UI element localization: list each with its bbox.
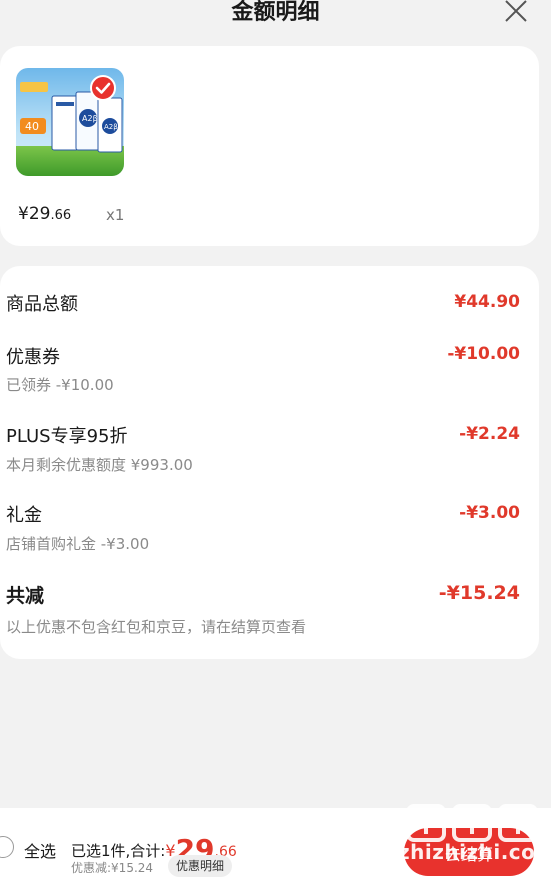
gift-cash-label: 礼金 [6, 505, 42, 526]
coupon-sub: 已领券 -¥10.00 [6, 376, 114, 394]
price-symbol: ¥ [18, 204, 29, 224]
gift-cash-value: -¥3.00 [459, 503, 520, 523]
page-title: 金额明细 [231, 0, 320, 25]
discount-text: 优惠减:¥15.24 [71, 861, 154, 875]
header: 金额明细 [0, 0, 551, 40]
plus-discount-value: -¥2.24 [459, 424, 520, 444]
select-all-radio[interactable] [0, 836, 14, 858]
gift-cash-sub: 店铺首购礼金 -¥3.00 [6, 535, 150, 553]
svg-text:A2β: A2β [82, 114, 98, 123]
product-price: ¥29.66 [18, 204, 71, 224]
total-reduction-label: 共减 [6, 585, 45, 607]
discount-detail-button[interactable]: 优惠明细 [168, 855, 233, 877]
product-quantity: x1 [106, 206, 125, 224]
select-all-label[interactable]: 全选 [24, 838, 56, 862]
svg-text:40: 40 [25, 120, 39, 133]
svg-text:A2β: A2β [104, 123, 118, 131]
coupon-label: 优惠券 [6, 347, 60, 368]
price-integer: 29 [28, 204, 51, 224]
goods-total-value: ¥44.90 [454, 292, 520, 312]
product-card: 40 A2β A2β ¥29.66 x1 [0, 46, 539, 246]
plus-discount-sub: 本月剩余优惠额度 ¥993.00 [6, 456, 193, 474]
plus-discount-label: PLUS专享95折 [6, 426, 128, 447]
close-icon[interactable] [503, 0, 529, 24]
coupon-value: -¥10.00 [447, 344, 520, 364]
amount-detail-card: 商品总额 ¥44.90 优惠券 -¥10.00 已领券 -¥10.00 PLUS… [0, 266, 539, 659]
total-reduction-value: -¥15.24 [438, 582, 520, 604]
total-reduction-note: 以上优惠不包含红包和京豆，请在结算页查看 [6, 618, 307, 636]
price-decimal: .66 [50, 208, 72, 223]
goods-total-label: 商品总额 [6, 294, 78, 315]
check-icon[interactable] [90, 75, 116, 101]
watermark-text: zhizhizhi.com [398, 840, 551, 864]
summary-prefix: 已选1件,合计: [71, 842, 166, 860]
